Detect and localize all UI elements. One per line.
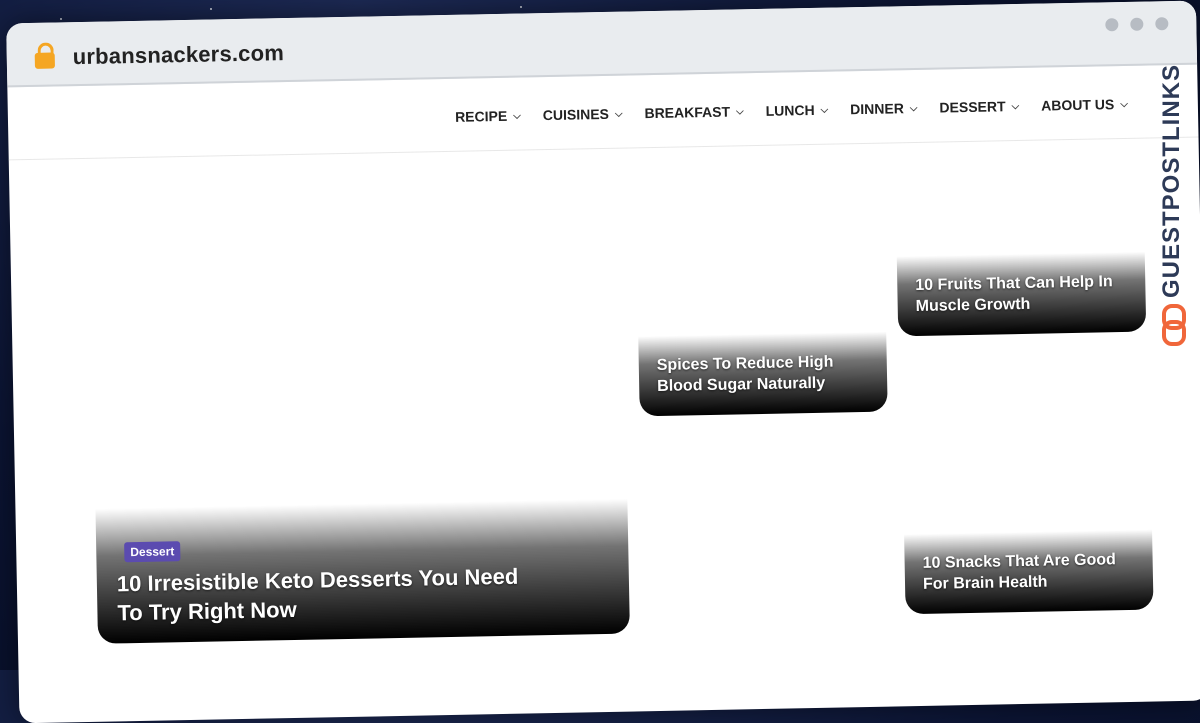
featured-card-fruits[interactable]: 10 Fruits That Can Help In Muscle Growth — [896, 251, 1147, 337]
featured-card-spices[interactable]: Spices To Reduce High Blood Sugar Natura… — [638, 331, 888, 417]
card-title[interactable]: Spices To Reduce High Blood Sugar Natura… — [657, 352, 870, 398]
chevron-down-icon: ⌵ — [820, 104, 829, 116]
card-title[interactable]: 10 Snacks That Are Good For Brain Health — [922, 550, 1135, 596]
card-title[interactable]: 10 Fruits That Can Help In Muscle Growth — [915, 272, 1128, 318]
chevron-down-icon: ⌵ — [1011, 100, 1020, 112]
nav-item-breakfast[interactable]: BREAKFAST ⌵ — [644, 103, 744, 122]
window-dot — [1130, 17, 1144, 31]
nav-item-about-us[interactable]: ABOUT US ⌵ — [1041, 96, 1128, 113]
nav-item-lunch[interactable]: LUNCH ⌵ — [765, 102, 828, 119]
card-title[interactable]: 10 Irresistible Keto Desserts You Need T… — [117, 562, 538, 627]
chevron-down-icon: ⌵ — [1120, 98, 1128, 110]
nav-item-recipe[interactable]: RECIPE ⌵ — [455, 108, 521, 125]
chevron-down-icon: ⌵ — [909, 102, 918, 114]
featured-card-main[interactable]: Dessert 10 Irresistible Keto Desserts Yo… — [95, 498, 630, 644]
chevron-down-icon: ⌵ — [735, 105, 744, 117]
guestpostlinks-watermark: GUESTPOSTLINKS — [1158, 58, 1194, 358]
nav-item-cuisines[interactable]: CUISINES ⌵ — [543, 106, 623, 123]
window-dot — [1105, 18, 1119, 32]
chain-link-icon — [1162, 304, 1186, 346]
featured-posts: Dessert 10 Irresistible Keto Desserts Yo… — [9, 138, 1200, 721]
category-badge[interactable]: Dessert — [124, 541, 181, 563]
chevron-down-icon: ⌵ — [513, 110, 521, 122]
nav-item-dessert[interactable]: DESSERT ⌵ — [939, 98, 1020, 115]
url-text[interactable]: urbansnackers.com — [73, 40, 285, 70]
watermark-text: GUESTPOSTLINKS — [1158, 63, 1185, 298]
featured-card-snacks[interactable]: 10 Snacks That Are Good For Brain Health — [904, 529, 1154, 615]
nav-item-dinner[interactable]: DINNER ⌵ — [850, 100, 918, 117]
lock-icon — [34, 42, 55, 69]
chevron-down-icon: ⌵ — [614, 108, 623, 120]
browser-window: urbansnackers.com RECIPE ⌵ CUISINES ⌵ BREA… — [6, 0, 1200, 723]
